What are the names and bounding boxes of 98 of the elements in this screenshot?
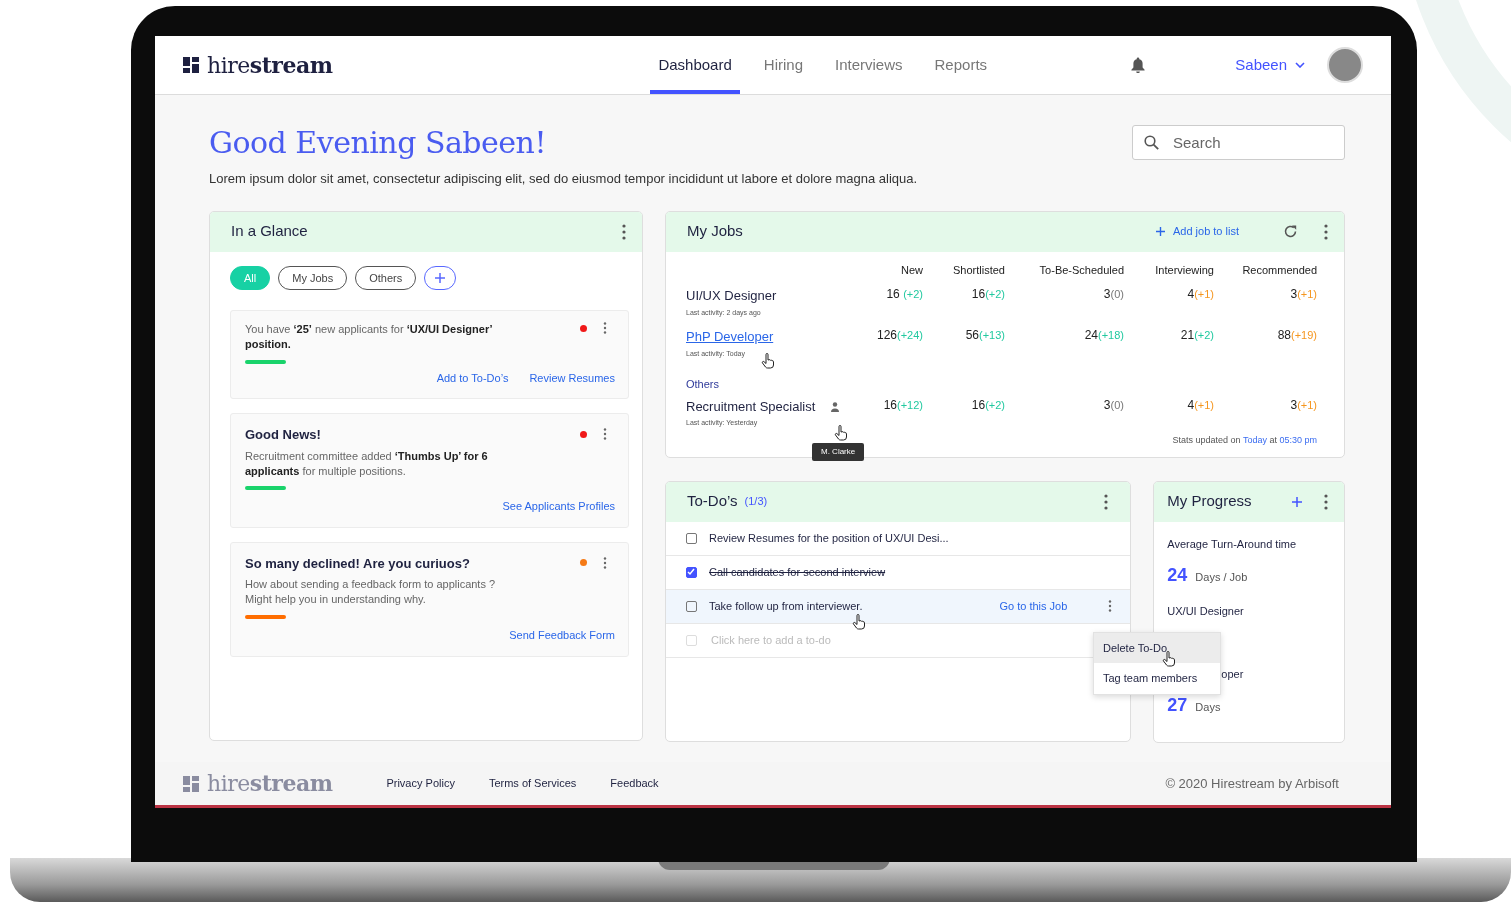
nav-tab[interactable]: Interviews [827,36,911,94]
go-to-job-link[interactable]: Go to this Job [999,597,1068,615]
search-icon [1144,135,1159,150]
copyright-text: © 2020 Hirestream by Arbisoft [1165,774,1339,793]
action-link[interactable]: Review Resumes [529,369,615,387]
metric-label: oper [1221,666,1244,682]
metric-value: 24 [1167,564,1188,587]
action-link[interactable]: Send Feedback Form [509,627,615,644]
column-header: New [900,262,923,278]
user-menu-button[interactable]: Sabeen [1229,52,1311,78]
stat-value: 21(+2) [1179,327,1214,345]
add-job-link[interactable]: Add job to list [1155,223,1239,240]
todo-text: Take follow up from interviewer. [709,598,863,614]
more-options-icon[interactable] [603,428,607,441]
footer-link[interactable]: Privacy Policy [386,775,455,792]
more-options-icon[interactable] [1108,600,1113,612]
filter-chip[interactable]: Others [355,265,417,290]
more-options-icon[interactable] [1324,493,1328,510]
stats-updated-text: Stats updated on Today at 05:30 pm [1171,434,1318,448]
action-link[interactable]: Add to To-Do’s [436,369,509,387]
plus-icon [1155,227,1165,236]
stat-value: 56(+13) [964,327,1005,345]
hand-cursor-icon [852,614,866,630]
stat-value: 16(+2) [970,396,1005,414]
stat-value: 3(+1) [1289,396,1317,414]
add-todo-field[interactable]: Click here to add a to-do [709,630,1009,650]
more-options-icon[interactable] [603,322,607,334]
chevron-down-icon [1295,62,1305,68]
group-label: Others [686,377,720,393]
stat-value: 88(+19) [1276,327,1317,345]
nav-tab[interactable]: Dashboard [650,36,740,94]
stat-value: 3(+1) [1289,286,1317,303]
job-title: UI/UX Designer [686,287,777,305]
column-header: To-Be-Scheduled [1038,262,1124,278]
stat-value: 3(0) [1102,396,1124,414]
action-link[interactable]: See Applicants Profiles [502,498,615,515]
menu-item[interactable]: Tag team members [1094,663,1220,694]
tooltip: M. Clarke [812,443,865,461]
person-icon[interactable] [831,401,840,412]
stat-value: 4(+1) [1186,286,1214,303]
logo-icon [183,57,199,73]
stat-value: 24(+18) [1083,327,1124,345]
plus-icon [435,272,446,283]
job-title-link[interactable]: PhP Developer [686,327,774,347]
notification-title: Good News! [245,426,322,445]
logo: hirestream [207,50,333,80]
menu-item[interactable]: Delete To-Do [1094,632,1220,663]
notification-bell-icon[interactable] [1131,57,1146,73]
metric-label: UX/UI Designer [1167,604,1245,619]
footer-link[interactable]: Terms of Services [488,775,577,792]
todo-count: (1/3) [744,494,768,510]
add-filter-button[interactable] [424,265,457,290]
metric-label: Average Turn-Around time [1167,536,1298,552]
column-header: Recommended [1241,262,1317,278]
more-options-icon[interactable] [1104,493,1109,510]
plus-icon[interactable] [1292,496,1302,507]
search-field[interactable]: Search [1132,125,1345,160]
hand-cursor-icon [761,353,775,369]
footer-logo: hirestream [207,769,333,798]
footer-link[interactable]: Feedback [610,775,659,792]
greeting-subtitle: Lorem ipsum dolor sit amet, consectetur adipiscing elit, sed do eiusmod tempor incididunt ut labore et dolore magna aliqua. [209,170,918,188]
card-title: My Jobs [687,221,743,242]
stat-value: 16(+12) [882,396,923,414]
column-header: Interviewing [1154,262,1214,278]
checkbox[interactable] [686,600,697,612]
stat-value: 16(+2) [970,286,1005,303]
metric-value: 27 [1167,694,1188,717]
notification-title: So many declined! Are you curiuos? [245,554,471,573]
card-title: My Progress [1167,491,1252,512]
hand-cursor-icon [1162,651,1176,667]
stat-value: 16 (+2) [885,286,923,303]
stat-value: 126(+24) [875,327,923,345]
checkbox[interactable] [686,532,697,544]
stat-value: 3(0) [1102,286,1124,303]
card-title: To-Do’s [687,491,738,512]
stat-value: 4(+1) [1186,396,1214,414]
notification-text: You have ‘25’ new applicants for ‘UX/UI Designer’ position. [245,322,494,352]
job-title: Recruitment Specialist [686,397,816,416]
column-header: Shortlisted [952,262,1005,278]
metric-unit: Days [1195,700,1221,715]
logo-icon [183,775,199,792]
todo-text: Call candidates for second interview [709,564,886,580]
notification-text: How about sending a feedback form to applicants ? Might help you in understanding why. [245,577,497,608]
hand-cursor-icon [834,425,848,441]
filter-chip[interactable]: My Jobs [278,265,348,290]
todo-text: Review Resumes for the position of UX/UI Desi... [709,530,949,546]
more-options-icon[interactable] [1324,223,1328,240]
checkbox[interactable] [686,566,697,578]
card-title: In a Glance [231,221,308,242]
more-options-icon[interactable] [622,223,626,240]
nav-tab[interactable]: Hiring [755,36,811,94]
greeting-title: Good Evening Sabeen! [209,125,547,161]
user-avatar[interactable] [1327,47,1363,83]
notification-text: Recruitment committee added ‘Thumbs Up’ for 6 applicants for multiple positions. [245,448,489,479]
more-options-icon[interactable] [603,556,607,569]
refresh-icon[interactable] [1283,224,1298,239]
nav-tab[interactable]: Reports [926,36,996,94]
metric-unit: Days / Job [1195,570,1248,585]
